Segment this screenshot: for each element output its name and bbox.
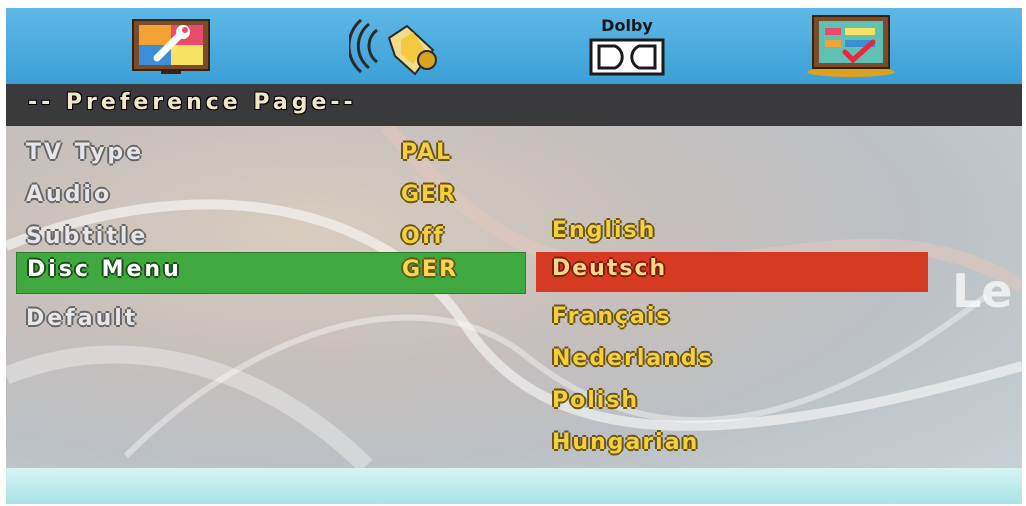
background-logo-fragment: Le: [952, 264, 1013, 318]
option-label: Hungarian: [552, 430, 700, 455]
setup-tab-bar: Dolby: [6, 8, 1022, 84]
option-polish[interactable]: Polish: [536, 384, 928, 424]
option-francais[interactable]: Français: [536, 300, 928, 340]
tab-general-setup[interactable]: [116, 14, 226, 78]
menu-label: Disc Menu: [27, 257, 182, 282]
menu-value: Off: [401, 224, 445, 249]
option-hungarian[interactable]: Hungarian: [536, 426, 928, 466]
page-title: -- Preference Page--: [28, 90, 357, 115]
menu-value: PAL: [401, 140, 453, 165]
page-title-bar: -- Preference Page--: [6, 84, 1022, 126]
menu-label: TV Type: [26, 140, 145, 165]
menu-row-tv-type[interactable]: TV Type PAL: [16, 136, 524, 176]
option-deutsch[interactable]: Deutsch: [536, 252, 928, 292]
speaker-sound-icon: [349, 18, 437, 76]
tab-audio-setup[interactable]: [344, 14, 454, 78]
option-english[interactable]: English: [536, 214, 928, 254]
option-nederlands[interactable]: Nederlands: [536, 342, 928, 382]
tab-preference-setup[interactable]: [796, 14, 906, 78]
menu-row-default[interactable]: Default: [16, 302, 524, 342]
dolby-digital-icon: Dolby: [577, 16, 677, 76]
menu-row-audio[interactable]: Audio GER: [16, 178, 524, 218]
option-label: Français: [552, 304, 672, 329]
option-label: Polish: [552, 388, 640, 413]
menu-value: GER: [401, 182, 458, 207]
menu-row-disc-menu[interactable]: Disc Menu GER: [16, 252, 526, 294]
tv-wrench-icon: [132, 19, 210, 74]
dolby-label: Dolby: [601, 16, 653, 35]
menu-label: Default: [26, 306, 139, 331]
option-label: English: [552, 218, 657, 243]
checklist-icon: [807, 15, 895, 77]
bottom-bar: [6, 468, 1022, 504]
tab-dolby-setup[interactable]: Dolby: [572, 14, 682, 78]
menu-value: GER: [402, 257, 459, 282]
dvd-setup-screen: Dolby -- Preference Page-- TV Type PAL A…: [6, 8, 1022, 504]
menu-label: Audio: [26, 182, 113, 207]
option-label: Deutsch: [552, 256, 668, 281]
option-label: Nederlands: [552, 346, 714, 371]
menu-label: Subtitle: [26, 224, 149, 249]
